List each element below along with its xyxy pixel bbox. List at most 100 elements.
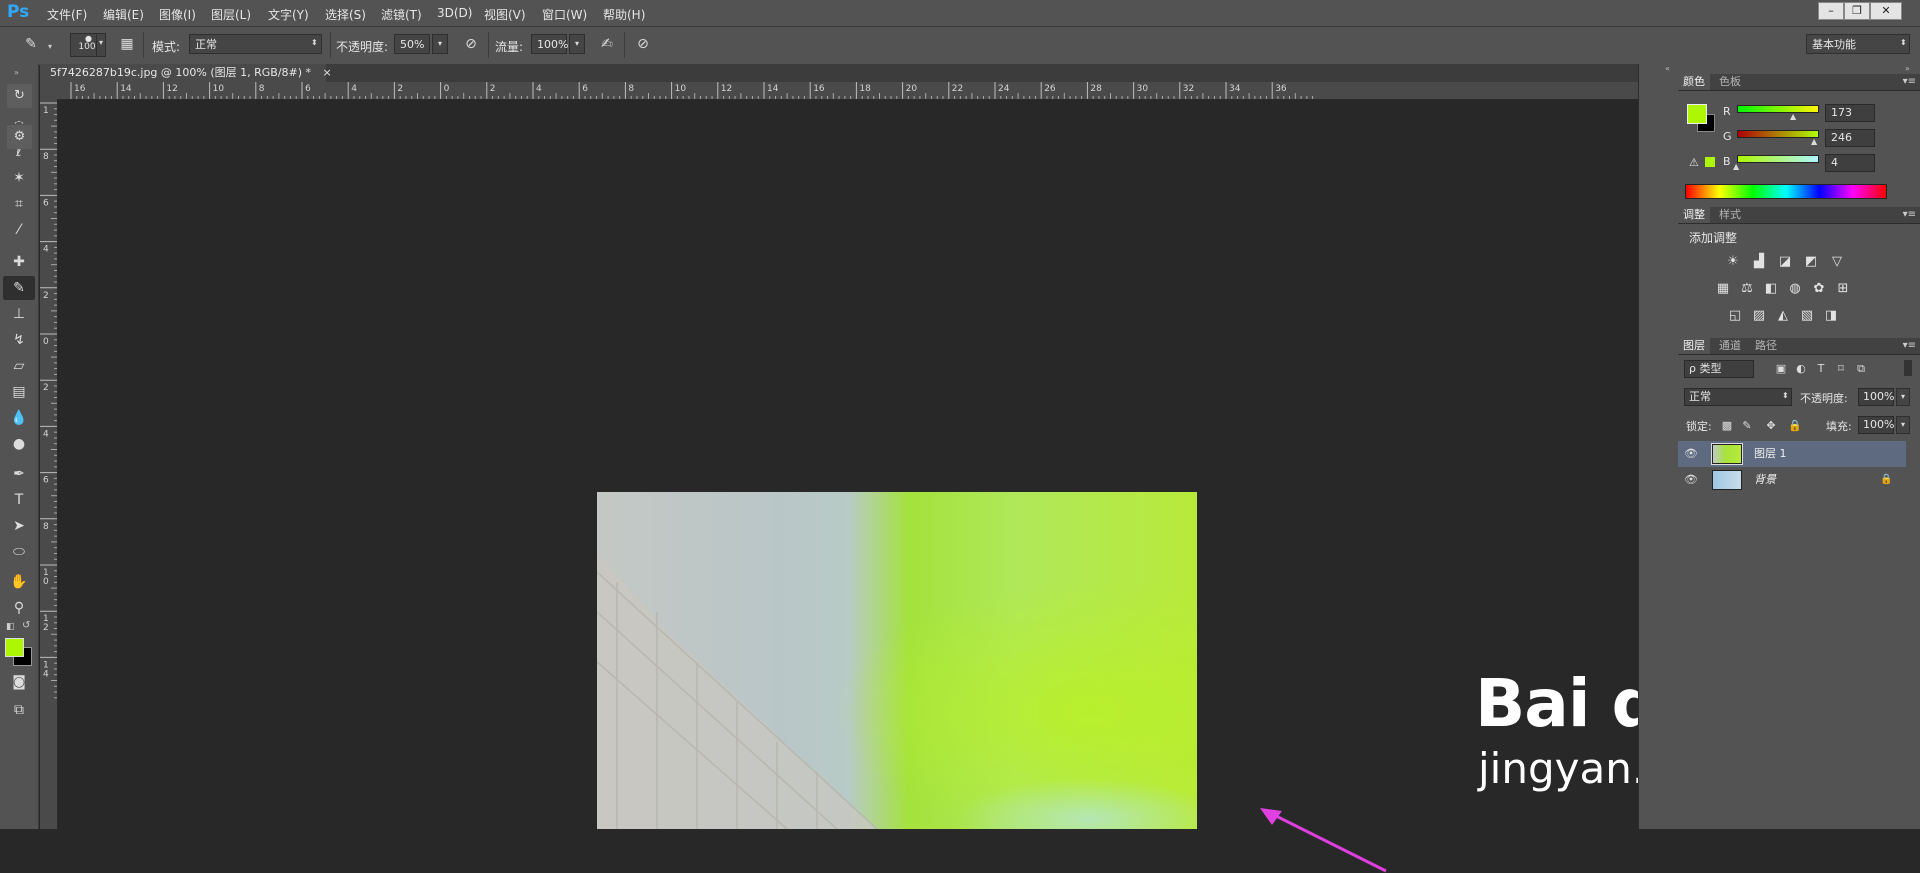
layer-row-background[interactable]: 👁 背景 🔒 — [1678, 467, 1906, 493]
shape-tool-icon[interactable]: ⬭ — [3, 540, 35, 564]
menu-help[interactable]: 帮助(H) — [603, 6, 645, 23]
opacity-dropdown[interactable]: ▾ — [432, 34, 448, 54]
menu-3d[interactable]: 3D(D) — [437, 6, 472, 20]
swap-colors-icon[interactable]: ↺ — [22, 620, 30, 631]
filter-smart-object-icon[interactable]: ⧉ — [1854, 362, 1868, 376]
document-tab[interactable]: 5f7426287b19c.jpg @ 100% (图层 1, RGB/8#) … — [40, 64, 332, 82]
hue-saturation-icon[interactable]: ▦ — [1714, 280, 1732, 298]
layer-row-layer-1[interactable]: 👁 图层 1 — [1678, 441, 1906, 467]
crop-tool-icon[interactable]: ⌗ — [3, 192, 35, 216]
vertical-ruler[interactable]: 1864202468101214 — [40, 99, 58, 829]
brush-tool-icon[interactable]: ✎ — [3, 276, 35, 300]
layer-name[interactable]: 图层 1 — [1754, 441, 1787, 467]
type-tool-icon[interactable]: T — [3, 488, 35, 512]
lock-position-icon[interactable]: ✥ — [1764, 419, 1778, 433]
blue-slider-handle[interactable]: ▲ — [1733, 162, 1739, 171]
filter-adjustment-icon[interactable]: ◐ — [1794, 362, 1808, 376]
tab-styles[interactable]: 样式 — [1714, 207, 1746, 223]
black-white-icon[interactable]: ◧ — [1762, 280, 1780, 298]
foreground-color-swatch[interactable] — [5, 638, 24, 657]
tab-color[interactable]: 颜色 — [1678, 74, 1710, 90]
selective-color-icon[interactable]: ◨ — [1822, 307, 1840, 325]
fill-dropdown[interactable]: ▾ — [1896, 416, 1910, 434]
layer-thumbnail[interactable] — [1711, 443, 1743, 465]
minimize-button[interactable]: – — [1818, 2, 1844, 20]
pen-tool-icon[interactable]: ✒ — [3, 462, 35, 486]
blue-slider[interactable] — [1737, 155, 1819, 163]
blur-tool-icon[interactable]: 💧 — [3, 406, 35, 430]
restore-button[interactable]: ❐ — [1844, 2, 1870, 20]
collapse-strip-icon[interactable]: « — [1665, 64, 1670, 73]
workspace-select[interactable]: 基本功能 — [1806, 34, 1910, 54]
lock-image-icon[interactable]: ✎ — [1740, 419, 1754, 433]
flow-input[interactable]: 100% — [531, 34, 568, 54]
document-tab-close-icon[interactable]: × — [323, 66, 332, 79]
filter-toggle-switch[interactable] — [1904, 360, 1912, 376]
gamut-color-chip[interactable] — [1705, 157, 1715, 167]
photo-filter-icon[interactable]: ◍ — [1786, 280, 1804, 298]
color-spectrum-bar[interactable] — [1685, 184, 1887, 199]
path-selection-tool-icon[interactable]: ➤ — [3, 514, 35, 538]
menu-window[interactable]: 窗口(W) — [542, 6, 587, 23]
blend-mode-select[interactable]: 正常 — [1684, 388, 1792, 406]
flow-dropdown[interactable]: ▾ — [569, 34, 585, 54]
brightness-contrast-icon[interactable]: ☀ — [1724, 253, 1742, 271]
document-image[interactable] — [597, 492, 1197, 829]
close-button[interactable]: ✕ — [1870, 2, 1902, 20]
vibrance-icon[interactable]: ▽ — [1828, 253, 1846, 271]
layer-name[interactable]: 背景 — [1754, 467, 1776, 493]
collapse-panels-icon[interactable]: » — [1905, 64, 1910, 73]
channel-mixer-icon[interactable]: ✿ — [1810, 280, 1828, 298]
menu-image[interactable]: 图像(I) — [159, 6, 196, 23]
layer-opacity-input[interactable]: 100% — [1858, 388, 1894, 406]
green-slider[interactable] — [1737, 130, 1819, 138]
brush-size-dropdown[interactable]: ▾ — [96, 33, 106, 57]
threshold-icon[interactable]: ◭ — [1774, 307, 1792, 325]
eraser-tool-icon[interactable]: ▱ — [3, 354, 35, 378]
zoom-tool-icon[interactable]: ⚲ — [3, 596, 35, 620]
color-balance-icon[interactable]: ⚖ — [1738, 280, 1756, 298]
eyedropper-tool-icon[interactable]: ⁄ — [3, 218, 35, 242]
menu-view[interactable]: 视图(V) — [484, 6, 526, 23]
layer-visibility-eye-icon[interactable]: 👁 — [1682, 441, 1700, 467]
color-lookup-icon[interactable]: ⊞ — [1834, 280, 1852, 298]
tab-channels[interactable]: 通道 — [1714, 338, 1746, 354]
exposure-icon[interactable]: ◩ — [1802, 253, 1820, 271]
gamut-warning-icon[interactable]: ⚠ — [1689, 156, 1699, 169]
invert-icon[interactable]: ◱ — [1726, 307, 1744, 325]
collapse-tools-icon[interactable]: » — [14, 68, 19, 77]
canvas-area[interactable] — [58, 100, 1638, 873]
quick-mask-icon[interactable]: ◙ — [3, 670, 35, 694]
brush-panel-toggle-icon[interactable]: ▦ — [116, 33, 138, 55]
layer-filter-select[interactable]: ρ 类型 — [1684, 360, 1754, 378]
filter-shape-icon[interactable]: ⌑ — [1834, 362, 1848, 376]
curves-icon[interactable]: ◪ — [1776, 253, 1794, 271]
layer-thumbnail[interactable] — [1712, 470, 1742, 490]
preset-dropdown-icon[interactable]: ▾ — [48, 42, 52, 51]
pressure-opacity-icon[interactable]: ⊘ — [460, 33, 482, 55]
ruler-origin[interactable] — [40, 82, 58, 100]
red-value-input[interactable]: 173 — [1825, 104, 1875, 122]
layer-visibility-eye-icon[interactable]: 👁 — [1682, 467, 1700, 493]
healing-brush-tool-icon[interactable]: ✚ — [3, 250, 35, 274]
menu-edit[interactable]: 编辑(E) — [103, 6, 144, 23]
tab-layers[interactable]: 图层 — [1678, 338, 1710, 354]
blue-value-input[interactable]: 4 — [1825, 154, 1875, 172]
red-slider[interactable] — [1737, 105, 1819, 113]
red-slider-handle[interactable]: ▲ — [1790, 112, 1796, 121]
menu-type[interactable]: 文字(Y) — [268, 6, 309, 23]
clone-stamp-tool-icon[interactable]: ⊥ — [3, 302, 35, 326]
tab-adjustments[interactable]: 调整 — [1678, 207, 1710, 223]
history-brush-tool-icon[interactable]: ↯ — [3, 328, 35, 352]
layer-opacity-dropdown[interactable]: ▾ — [1896, 388, 1910, 406]
filter-pixel-icon[interactable]: ▣ — [1774, 362, 1788, 376]
menu-select[interactable]: 选择(S) — [325, 6, 366, 23]
lock-all-icon[interactable]: 🔒 — [1788, 419, 1802, 433]
tab-paths[interactable]: 路径 — [1750, 338, 1782, 354]
gradient-tool-icon[interactable]: ▤ — [3, 380, 35, 404]
airbrush-icon[interactable]: ✍ — [596, 33, 618, 55]
screen-mode-icon[interactable]: ⧉ — [3, 698, 35, 722]
green-slider-handle[interactable]: ▲ — [1811, 137, 1817, 146]
filter-type-icon[interactable]: T — [1814, 362, 1828, 376]
gradient-map-icon[interactable]: ▧ — [1798, 307, 1816, 325]
